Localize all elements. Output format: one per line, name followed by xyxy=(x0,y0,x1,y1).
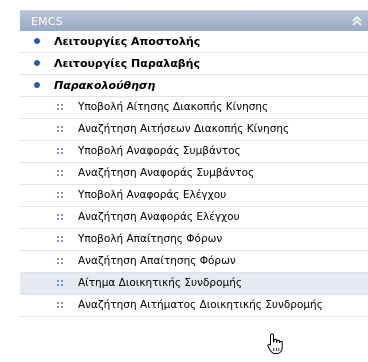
menu-item-label: Λειτουργίες Παραλαβής xyxy=(54,57,200,70)
submenu-item-hovered[interactable]: Αίτημα Διοικητικής Συνδρομής xyxy=(20,273,368,295)
menu-item-label: Παρακολούθηση xyxy=(54,79,156,92)
menu-header-title: EMCS xyxy=(31,15,63,28)
grip-dots-icon xyxy=(57,236,63,242)
submenu-item-label: Υποβολή Αναφοράς Ελέγχου xyxy=(78,189,227,201)
submenu-item[interactable]: Υποβολή Αναφοράς Συμβάντος xyxy=(20,141,368,163)
grip-dots-icon xyxy=(57,258,63,264)
bullet-icon xyxy=(34,38,40,44)
bullet-icon xyxy=(34,60,40,66)
menu-item-label: Λειτουργίες Αποστολής xyxy=(54,35,201,48)
grip-dots-icon xyxy=(57,126,63,132)
grip-dots-icon xyxy=(57,280,63,286)
submenu-item[interactable]: Υποβολή Απαίτησης Φόρων xyxy=(20,229,368,251)
submenu-item[interactable]: Αναζήτηση Αιτήσεων Διακοπής Κίνησης xyxy=(20,119,368,141)
grip-dots-icon xyxy=(57,148,63,154)
submenu-item[interactable]: Αναζήτηση Αιτήματος Διοικητικής Συνδρομή… xyxy=(20,295,368,317)
submenu-item[interactable]: Αναζήτηση Απαίτησης Φόρων xyxy=(20,251,368,273)
submenu-item[interactable]: Υποβολή Αναφοράς Ελέγχου xyxy=(20,185,368,207)
menu-item-parakolouthisi[interactable]: Παρακολούθηση xyxy=(20,75,368,97)
submenu-item-label: Υποβολή Απαίτησης Φόρων xyxy=(78,233,223,245)
menu-header[interactable]: EMCS xyxy=(20,10,368,31)
submenu-item-label: Υποβολή Αναφοράς Συμβάντος xyxy=(78,145,241,157)
menu-list: Λειτουργίες Αποστολής Λειτουργίες Παραλα… xyxy=(20,31,368,317)
grip-dots-icon xyxy=(57,104,63,110)
submenu-item[interactable]: Αναζήτηση Αναφοράς Ελέγχου xyxy=(20,207,368,229)
submenu-item[interactable]: Αναζήτηση Αναφοράς Συμβάντος xyxy=(20,163,368,185)
menu-item-apostoli[interactable]: Λειτουργίες Αποστολής xyxy=(20,31,368,53)
submenu-item[interactable]: Υποβολή Αίτησης Διακοπής Κίνησης xyxy=(20,97,368,119)
grip-dots-icon xyxy=(57,170,63,176)
bullet-icon xyxy=(34,82,40,88)
submenu-item-label: Αναζήτηση Αιτήματος Διοικητικής Συνδρομή… xyxy=(78,299,323,311)
menu-item-paralavi[interactable]: Λειτουργίες Παραλαβής xyxy=(20,53,368,75)
grip-dots-icon xyxy=(57,302,63,308)
submenu-item-label: Υποβολή Αίτησης Διακοπής Κίνησης xyxy=(78,101,269,113)
hand-pointer-cursor-icon xyxy=(267,333,283,354)
emcs-menu-panel: EMCS Λειτουργίες Αποστολής Λειτουργίες Π… xyxy=(0,0,368,362)
submenu-item-label: Αναζήτηση Αναφοράς Συμβάντος xyxy=(78,167,255,179)
grip-dots-icon xyxy=(57,214,63,220)
submenu-item-label: Αίτημα Διοικητικής Συνδρομής xyxy=(78,277,243,289)
double-chevron-up-icon[interactable] xyxy=(350,14,364,28)
submenu-item-label: Αναζήτηση Αναφοράς Ελέγχου xyxy=(78,211,240,223)
grip-dots-icon xyxy=(57,192,63,198)
submenu-item-label: Αναζήτηση Απαίτησης Φόρων xyxy=(78,255,236,267)
submenu-item-label: Αναζήτηση Αιτήσεων Διακοπής Κίνησης xyxy=(78,123,290,135)
